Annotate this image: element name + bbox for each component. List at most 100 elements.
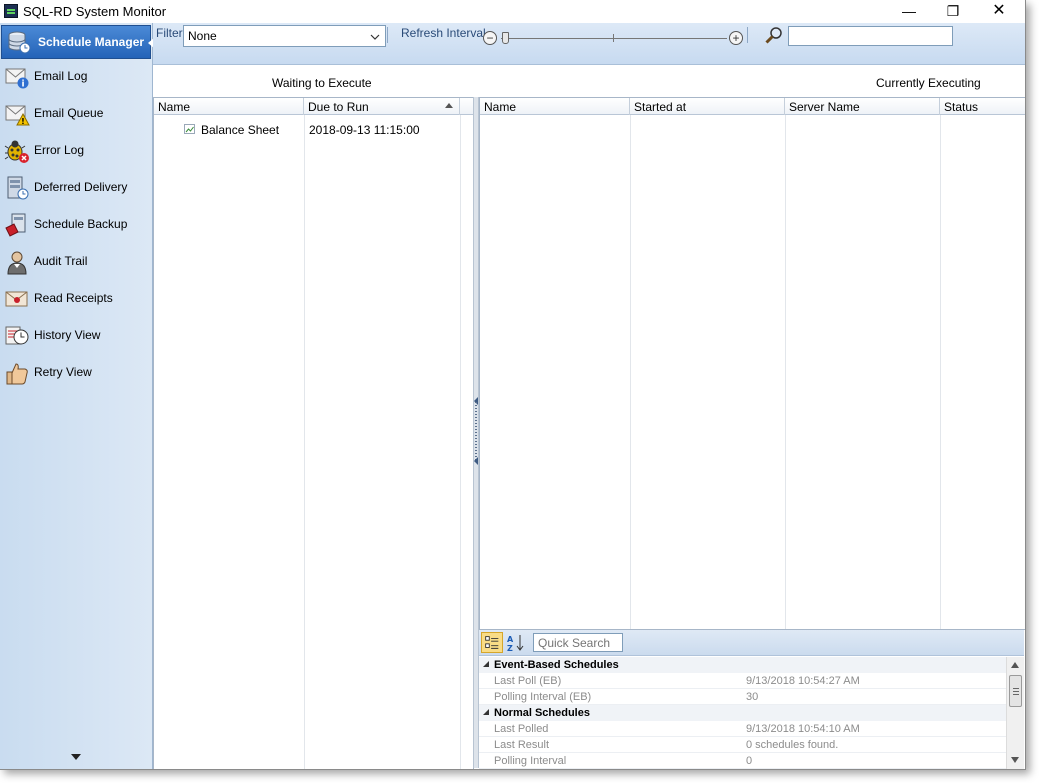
waiting-grid: Name Due to Run Balance Sheet 2018-09-13… bbox=[153, 97, 474, 769]
property-row[interactable]: Polling Interval (EB) 30 bbox=[479, 689, 1006, 705]
table-row[interactable]: Balance Sheet 2018-09-13 11:15:00 bbox=[154, 120, 460, 138]
app-window: SQL-RD System Monitor — ❐ ✕ Schedule Man… bbox=[0, 0, 1026, 770]
property-row[interactable]: Last Poll (EB) 9/13/2018 10:54:27 AM bbox=[479, 673, 1006, 689]
property-category[interactable]: Normal Schedules bbox=[479, 705, 1006, 721]
column-divider bbox=[460, 115, 461, 769]
property-key: Last Poll (EB) bbox=[494, 675, 562, 687]
thumbs-up-icon bbox=[6, 363, 28, 385]
sidebar-item-history-view[interactable]: History View bbox=[2, 321, 150, 351]
sidebar-item-error-log[interactable]: Error Log bbox=[2, 136, 150, 166]
property-row[interactable]: Last Result 0 schedules found. bbox=[479, 737, 1006, 753]
toolbar-separator bbox=[387, 27, 388, 43]
sidebar-item-retry-view[interactable]: Retry View bbox=[2, 358, 150, 388]
slider-track bbox=[501, 38, 727, 39]
property-key: Polling Interval (EB) bbox=[494, 691, 592, 703]
svg-text:A: A bbox=[507, 635, 514, 644]
toolbar-separator bbox=[747, 27, 748, 43]
envelope-warning-icon: ! bbox=[5, 105, 30, 126]
sidebar-more-arrow-icon[interactable] bbox=[71, 754, 81, 760]
quick-search-input[interactable] bbox=[533, 633, 623, 652]
alphabetical-sort-icon[interactable]: A Z bbox=[505, 632, 527, 653]
column-header-name[interactable]: Name bbox=[154, 98, 304, 115]
column-header-due-to-run[interactable]: Due to Run bbox=[304, 98, 460, 115]
sidebar-item-label: Schedule Backup bbox=[34, 217, 128, 231]
app-monitor-icon bbox=[4, 4, 18, 18]
sidebar-item-label: Deferred Delivery bbox=[34, 180, 128, 194]
waiting-grid-header: Name Due to Run bbox=[154, 98, 473, 115]
close-button[interactable]: ✕ bbox=[976, 0, 1022, 23]
category-label: Event-Based Schedules bbox=[494, 659, 619, 671]
sidebar-item-label: Email Log bbox=[34, 69, 88, 83]
history-clock-icon bbox=[5, 326, 29, 345]
categorized-view-icon[interactable] bbox=[481, 632, 503, 653]
column-header-server-name[interactable]: Server Name bbox=[785, 98, 940, 115]
server-clock-icon bbox=[7, 176, 29, 200]
property-grid-toolbar: A Z bbox=[479, 630, 1024, 656]
column-divider bbox=[304, 115, 305, 769]
splitter-grip bbox=[475, 402, 477, 462]
minimize-button[interactable]: — bbox=[886, 0, 932, 23]
property-value: 9/13/2018 10:54:10 AM bbox=[746, 723, 860, 735]
column-divider bbox=[940, 115, 941, 629]
envelope-info-icon: i bbox=[5, 68, 29, 90]
chart-report-icon bbox=[184, 124, 195, 134]
zoom-out-icon[interactable]: − bbox=[483, 31, 497, 45]
refresh-interval-slider[interactable]: − + bbox=[483, 31, 745, 47]
column-header-name[interactable]: Name bbox=[480, 98, 630, 115]
envelope-seal-icon bbox=[5, 291, 28, 307]
property-value: 9/13/2018 10:54:27 AM bbox=[746, 675, 860, 687]
sidebar-item-label: Email Queue bbox=[34, 106, 104, 120]
category-label: Normal Schedules bbox=[494, 707, 590, 719]
sidebar-item-schedule-backup[interactable]: Schedule Backup bbox=[2, 210, 150, 240]
property-row[interactable]: Polling Interval 0 bbox=[479, 753, 1006, 769]
scroll-up-icon[interactable] bbox=[1011, 662, 1019, 668]
svg-text:!: ! bbox=[21, 117, 25, 126]
scroll-down-icon[interactable] bbox=[1011, 757, 1019, 763]
column-header-status[interactable]: Status bbox=[940, 98, 1025, 115]
sort-ascending-icon bbox=[445, 103, 453, 108]
sidebar-item-email-queue[interactable]: ! Email Queue bbox=[2, 99, 150, 129]
search-input[interactable] bbox=[788, 26, 953, 46]
property-value: 30 bbox=[746, 691, 759, 703]
filter-dropdown[interactable]: None bbox=[183, 25, 386, 47]
property-grid-body: Event-Based Schedules Last Poll (EB) 9/1… bbox=[479, 657, 1006, 769]
property-key: Polling Interval bbox=[494, 755, 567, 767]
sidebar-item-deferred-delivery[interactable]: Deferred Delivery bbox=[2, 173, 150, 203]
collapse-left-icon[interactable] bbox=[474, 457, 478, 465]
sidebar-item-label: History View bbox=[34, 328, 101, 342]
sidebar-item-email-log[interactable]: i Email Log bbox=[2, 62, 150, 92]
scroll-thumb[interactable] bbox=[1009, 675, 1022, 707]
property-row[interactable]: Last Polled 9/13/2018 10:54:10 AM bbox=[479, 721, 1006, 737]
executing-grid-header: Name Started at Server Name Status bbox=[480, 98, 1025, 115]
expand-triangle-icon[interactable] bbox=[483, 661, 489, 667]
property-value: 0 schedules found. bbox=[746, 739, 839, 751]
property-grid: A Z Event-Based Schedules Last Poll (EB)… bbox=[479, 629, 1024, 769]
property-category[interactable]: Event-Based Schedules bbox=[479, 657, 1006, 673]
search-icon[interactable] bbox=[765, 26, 783, 44]
row-schedule-name: Balance Sheet bbox=[201, 123, 280, 137]
property-grid-scrollbar[interactable] bbox=[1006, 657, 1024, 769]
sidebar-item-label: Retry View bbox=[34, 365, 92, 379]
expand-triangle-icon[interactable] bbox=[483, 709, 489, 715]
slider-thumb[interactable] bbox=[502, 32, 509, 44]
backup-icon bbox=[5, 213, 26, 237]
row-due-to-run: 2018-09-13 11:15:00 bbox=[309, 123, 420, 137]
sidebar-item-audit-trail[interactable]: Audit Trail bbox=[2, 247, 150, 277]
toolbar: Filter None Refresh Interval − + bbox=[153, 23, 1025, 65]
property-key: Last Result bbox=[494, 739, 550, 751]
property-key: Last Polled bbox=[494, 723, 549, 735]
window-title: SQL-RD System Monitor bbox=[23, 4, 167, 19]
executing-section-title: Currently Executing bbox=[876, 76, 981, 90]
sidebar-item-schedule-manager[interactable]: Schedule Manager bbox=[1, 25, 155, 59]
restore-button[interactable]: ❐ bbox=[930, 0, 976, 23]
zoom-in-icon[interactable]: + bbox=[729, 31, 743, 45]
column-header-label: Due to Run bbox=[308, 100, 369, 114]
column-header-started-at[interactable]: Started at bbox=[630, 98, 785, 115]
slider-tick bbox=[613, 34, 614, 42]
property-value: 0 bbox=[746, 755, 753, 767]
auditor-icon bbox=[7, 251, 27, 275]
sidebar: Schedule Manager i Email Log ! Email Que… bbox=[0, 23, 155, 769]
filter-label: Filter bbox=[156, 26, 183, 40]
sidebar-item-read-receipts[interactable]: Read Receipts bbox=[2, 284, 150, 314]
svg-text:i: i bbox=[21, 80, 24, 90]
